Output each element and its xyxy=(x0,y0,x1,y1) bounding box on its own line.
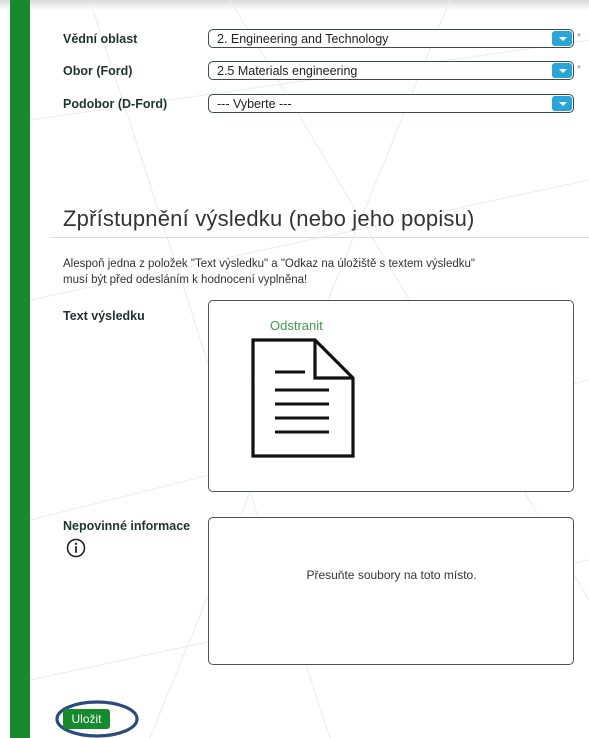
top-shadow xyxy=(0,0,589,10)
remove-file-link[interactable]: Odstranit xyxy=(270,318,323,333)
chevron-down-icon xyxy=(552,31,572,46)
drop-zone-text: Přesuňte soubory na toto místo. xyxy=(306,568,477,582)
field-subbranch-select[interactable]: --- Vyberte --- xyxy=(208,94,574,113)
section-note: Alespoň jedna z položek "Text výsledku" … xyxy=(63,258,476,286)
file-drop-zone[interactable] xyxy=(208,517,574,665)
optional-info-label: Nepovinné informace xyxy=(63,519,191,533)
form-page: Vědní oblast 2. Engineering and Technolo… xyxy=(0,0,589,738)
field-area-select[interactable]: 2. Engineering and Technology xyxy=(208,29,574,48)
field-branch-value: 2.5 Materials engineering xyxy=(217,64,358,78)
info-icon[interactable] xyxy=(66,538,86,558)
document-icon xyxy=(251,338,355,458)
left-accent-bar xyxy=(10,0,30,738)
field-branch-label: Obor (Ford) xyxy=(63,64,133,78)
field-subbranch-value: --- Vyberte --- xyxy=(217,97,292,111)
chevron-down-icon xyxy=(552,63,572,78)
required-mark: * xyxy=(577,64,581,75)
section-divider xyxy=(50,237,589,238)
field-area-value: 2. Engineering and Technology xyxy=(217,32,389,46)
result-text-label: Text výsledku xyxy=(63,309,145,323)
save-button[interactable]: Uložit xyxy=(63,709,110,729)
required-mark: * xyxy=(577,32,581,43)
field-branch-select[interactable]: 2.5 Materials engineering xyxy=(208,61,574,80)
field-subbranch-label: Podobor (D-Ford) xyxy=(63,97,168,111)
section-title: Zpřístupnění výsledku (nebo jeho popisu) xyxy=(63,206,475,231)
field-area-label: Vědní oblast xyxy=(63,32,138,46)
chevron-down-icon xyxy=(552,96,572,111)
